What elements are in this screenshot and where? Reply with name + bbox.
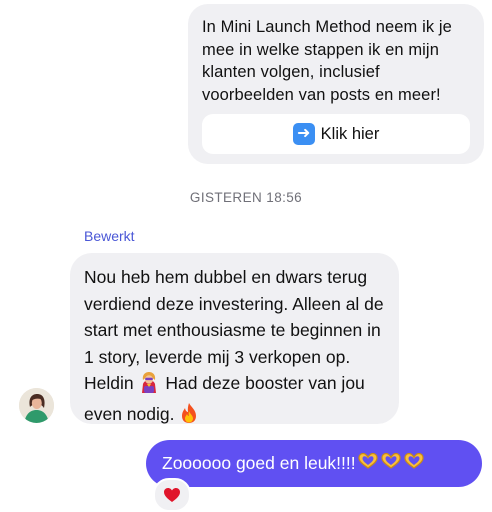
incoming-message-text: Nou heb hem dubbel en dwars terug verdie… (84, 264, 385, 431)
profile-photo-icon (19, 388, 54, 423)
heart-hands-emoji-icon (403, 452, 425, 475)
message-timestamp: GISTEREN 18:56 (189, 190, 303, 205)
click-here-button[interactable]: ➜ Klik hier (202, 114, 470, 154)
avatar[interactable] (19, 388, 54, 423)
edited-label: Bewerkt (84, 228, 135, 244)
incoming-message-bubble[interactable]: Nou heb hem dubbel en dwars terug verdie… (70, 253, 399, 424)
superhero-woman-emoji-icon (138, 371, 160, 401)
fire-emoji-icon (179, 402, 199, 432)
click-here-label: Klik hier (320, 124, 380, 143)
heart-hands-emoji-icon (380, 452, 402, 475)
shared-post-card[interactable]: In Mini Launch Method neem ik je mee in … (188, 4, 484, 164)
outgoing-message-text: Zoooooo goed en leuk!!!! (162, 453, 356, 473)
heart-hands-emoji-icon (357, 452, 379, 475)
outgoing-message-bubble[interactable]: Zoooooo goed en leuk!!!! (146, 440, 482, 487)
heart-reaction[interactable] (153, 478, 191, 512)
arrow-right-icon: ➜ (292, 123, 315, 145)
red-heart-icon (164, 488, 180, 502)
shared-post-text: In Mini Launch Method neem ik je mee in … (202, 18, 452, 104)
